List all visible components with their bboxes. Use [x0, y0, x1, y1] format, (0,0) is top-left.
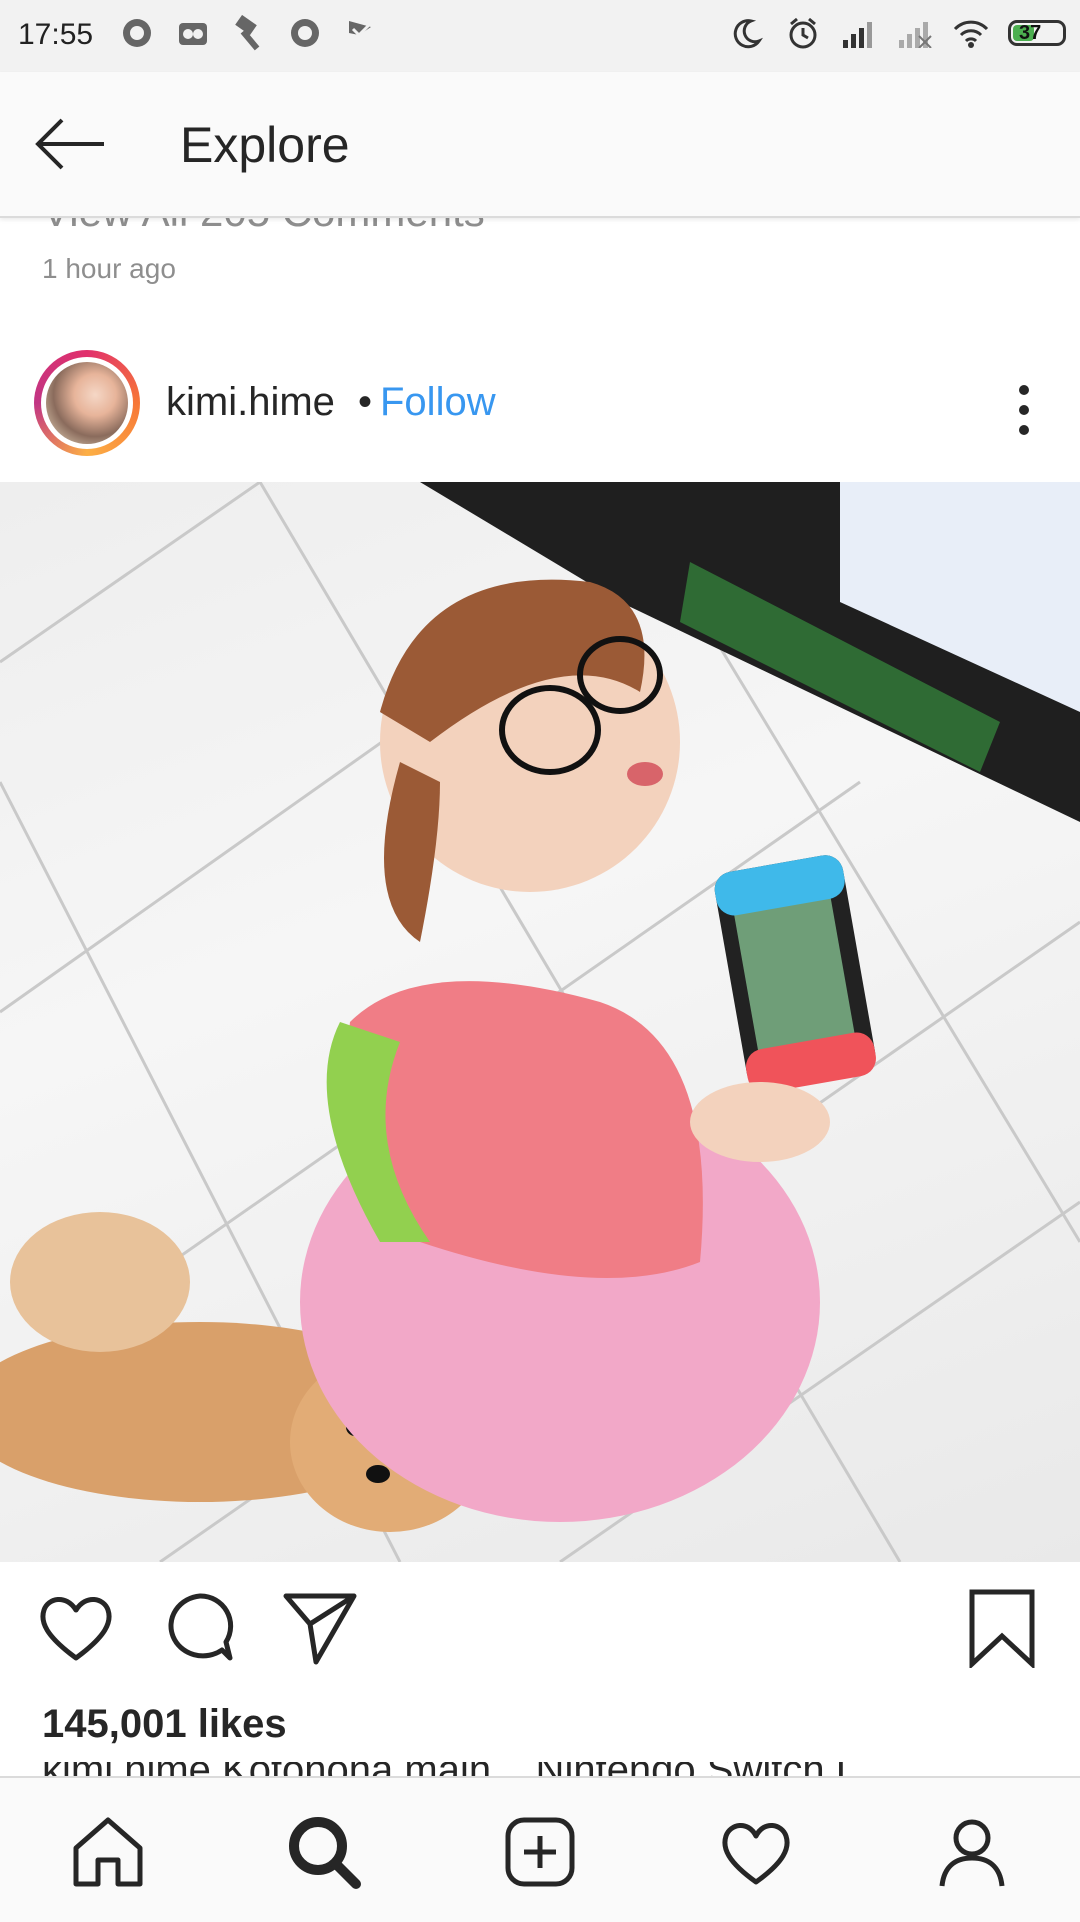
bottom-navigation	[0, 1776, 1080, 1922]
more-options-icon[interactable]	[1012, 380, 1036, 440]
home-icon[interactable]	[70, 1814, 146, 1890]
signal-no-sim-icon	[896, 14, 934, 52]
owl-app-icon	[174, 14, 212, 52]
page-title: Explore	[180, 117, 350, 173]
battery-indicator: 37	[1008, 20, 1066, 46]
status-bar: 17:55 37	[0, 0, 1080, 72]
status-time: 17:55	[18, 18, 94, 51]
hammer-app-icon	[230, 14, 268, 52]
profile-icon[interactable]	[934, 1814, 1010, 1890]
add-post-icon[interactable]	[502, 1814, 578, 1890]
like-heart-icon[interactable]	[36, 1588, 116, 1668]
avatar[interactable]	[34, 350, 140, 456]
moon-icon	[728, 14, 766, 52]
follow-button[interactable]: Follow	[380, 380, 496, 425]
activity-heart-icon[interactable]	[718, 1814, 794, 1890]
bookmark-icon[interactable]	[962, 1588, 1042, 1670]
battery-level: 37	[1019, 21, 1042, 44]
avatar-image	[46, 362, 128, 444]
post-header: kimi.hime • Follow	[0, 346, 1080, 462]
alarm-icon	[784, 14, 822, 52]
wifi-icon	[952, 14, 990, 52]
status-right-icons: 37	[728, 14, 1066, 52]
post-username[interactable]: kimi.hime	[166, 380, 335, 425]
check-flag-icon	[342, 14, 380, 52]
search-icon[interactable]	[286, 1814, 362, 1890]
post-actions	[0, 1584, 1080, 1680]
comment-bubble-icon[interactable]	[160, 1588, 240, 1668]
post-timestamp: 1 hour ago	[42, 253, 176, 284]
avatar-ring-inner	[41, 357, 133, 449]
separator-dot: •	[358, 380, 373, 424]
signal-icon	[840, 14, 878, 52]
top-app-bar: Explore	[0, 72, 1080, 218]
circle-notification-icon	[118, 14, 156, 52]
circle-notification-icon	[286, 14, 324, 52]
caption-text: kimi.hime Kotonoha main... Nintendo Swit…	[42, 1762, 1042, 1776]
post-caption: kimi.hime Kotonoha main... Nintendo Swit…	[42, 1762, 1042, 1776]
post-image[interactable]	[0, 482, 1080, 1562]
likes-count[interactable]: 145,001 likes	[42, 1702, 287, 1747]
status-left-icons	[118, 14, 380, 52]
back-arrow-icon[interactable]	[34, 114, 108, 174]
share-send-icon[interactable]	[280, 1588, 360, 1668]
